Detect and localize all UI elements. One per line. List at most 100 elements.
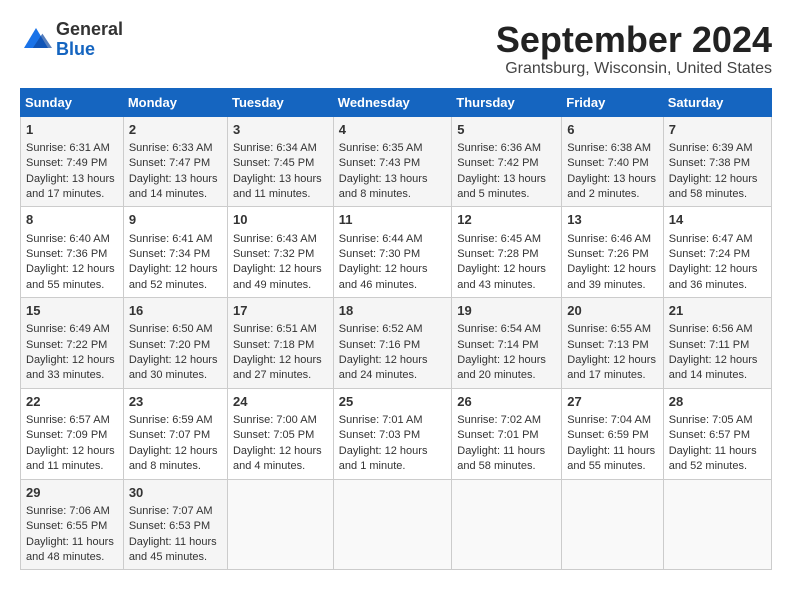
daylight: Daylight: 11 hours and 52 minutes. [669,445,757,472]
sunset: Sunset: 7:18 PM [233,339,314,351]
table-row: 1 Sunrise: 6:31 AM Sunset: 7:49 PM Daylight… [21,116,124,207]
day-number: 6 [567,121,657,139]
daylight: Daylight: 12 hours and 17 minutes. [567,354,656,381]
day-number: 1 [26,121,118,139]
daylight: Daylight: 12 hours and 39 minutes. [567,263,656,290]
col-sunday: Sunday [21,88,124,116]
day-number: 23 [129,393,222,411]
daylight: Daylight: 12 hours and 43 minutes. [457,263,546,290]
day-number: 12 [457,211,556,229]
table-row [562,479,663,570]
day-number: 9 [129,211,222,229]
col-monday: Monday [123,88,227,116]
sunrise: Sunrise: 6:31 AM [26,142,110,154]
sunset: Sunset: 7:30 PM [339,248,420,260]
sunrise: Sunrise: 6:41 AM [129,233,213,245]
sunrise: Sunrise: 6:50 AM [129,323,213,335]
sunset: Sunset: 7:49 PM [26,157,107,169]
daylight: Daylight: 12 hours and 8 minutes. [129,445,218,472]
day-number: 28 [669,393,766,411]
daylight: Daylight: 12 hours and 33 minutes. [26,354,115,381]
day-number: 13 [567,211,657,229]
table-row: 15Sunrise: 6:49 AMSunset: 7:22 PMDayligh… [21,298,124,389]
table-row: 8Sunrise: 6:40 AMSunset: 7:36 PMDaylight… [21,207,124,298]
table-row [452,479,562,570]
day-number: 18 [339,302,446,320]
table-row: 21Sunrise: 6:56 AMSunset: 7:11 PMDayligh… [663,298,771,389]
sunset: Sunset: 7:42 PM [457,157,538,169]
daylight: Daylight: 11 hours and 45 minutes. [129,536,217,563]
sunset: Sunset: 7:16 PM [339,339,420,351]
table-row: 28 Sunrise: 7:05 AM Sunset: 6:57 PM Dayligh… [663,388,771,479]
day-number: 17 [233,302,328,320]
sunrise: Sunrise: 6:55 AM [567,323,651,335]
calendar-title: September 2024 [496,20,772,60]
sunset: Sunset: 7:13 PM [567,339,648,351]
daylight: Daylight: 13 hours and 5 minutes. [457,173,546,200]
sunrise: Sunrise: 7:05 AM [669,414,753,426]
daylight: Daylight: 12 hours and 20 minutes. [457,354,546,381]
daylight: Daylight: 12 hours and 30 minutes. [129,354,218,381]
calendar-subtitle: Grantsburg, Wisconsin, United States [496,60,772,78]
sunset: Sunset: 6:59 PM [567,429,648,441]
day-number: 29 [26,484,118,502]
logo-line2: Blue [56,40,123,60]
table-row: 19Sunrise: 6:54 AMSunset: 7:14 PMDayligh… [452,298,562,389]
sunrise: Sunrise: 7:00 AM [233,414,317,426]
sunrise: Sunrise: 6:59 AM [129,414,213,426]
day-number: 10 [233,211,328,229]
calendar-header: Sunday Monday Tuesday Wednesday Thursday… [21,88,772,116]
sunrise: Sunrise: 6:39 AM [669,142,753,154]
daylight: Daylight: 13 hours and 17 minutes. [26,173,115,200]
day-number: 24 [233,393,328,411]
day-number: 7 [669,121,766,139]
sunrise: Sunrise: 6:51 AM [233,323,317,335]
daylight: Daylight: 11 hours and 48 minutes. [26,536,114,563]
table-row: 25Sunrise: 7:01 AMSunset: 7:03 PMDayligh… [333,388,451,479]
table-row: 16Sunrise: 6:50 AMSunset: 7:20 PMDayligh… [123,298,227,389]
logo: General Blue [20,20,123,60]
table-row: 7Sunrise: 6:39 AMSunset: 7:38 PMDaylight… [663,116,771,207]
table-row [333,479,451,570]
calendar-table: Sunday Monday Tuesday Wednesday Thursday… [20,88,772,571]
col-wednesday: Wednesday [333,88,451,116]
title-block: September 2024 Grantsburg, Wisconsin, Un… [496,20,772,78]
sunset: Sunset: 7:24 PM [669,248,750,260]
sunset: Sunset: 7:40 PM [567,157,648,169]
day-number: 27 [567,393,657,411]
table-row: 23Sunrise: 6:59 AMSunset: 7:07 PMDayligh… [123,388,227,479]
table-row: 12Sunrise: 6:45 AMSunset: 7:28 PMDayligh… [452,207,562,298]
day-number: 14 [669,211,766,229]
col-thursday: Thursday [452,88,562,116]
sunset: Sunset: 6:53 PM [129,520,210,532]
sunrise: Sunrise: 6:45 AM [457,233,541,245]
sunset: Sunset: 7:14 PM [457,339,538,351]
table-row: 13Sunrise: 6:46 AMSunset: 7:26 PMDayligh… [562,207,663,298]
sunrise: Sunrise: 7:06 AM [26,505,110,517]
table-row: 30Sunrise: 7:07 AMSunset: 6:53 PMDayligh… [123,479,227,570]
sunrise: Sunrise: 7:01 AM [339,414,423,426]
table-row: 11Sunrise: 6:44 AMSunset: 7:30 PMDayligh… [333,207,451,298]
sunset: Sunset: 6:57 PM [669,429,750,441]
sunrise: Sunrise: 6:52 AM [339,323,423,335]
day-number: 2 [129,121,222,139]
col-saturday: Saturday [663,88,771,116]
daylight: Daylight: 12 hours and 24 minutes. [339,354,428,381]
day-number: 19 [457,302,556,320]
sunrise: Sunrise: 6:47 AM [669,233,753,245]
day-number: 3 [233,121,328,139]
sunrise: Sunrise: 6:40 AM [26,233,110,245]
daylight: Daylight: 12 hours and 4 minutes. [233,445,322,472]
sunset: Sunset: 7:36 PM [26,248,107,260]
daylight: Daylight: 13 hours and 14 minutes. [129,173,218,200]
table-row: 5Sunrise: 6:36 AMSunset: 7:42 PMDaylight… [452,116,562,207]
sunrise: Sunrise: 6:43 AM [233,233,317,245]
sunset: Sunset: 7:34 PM [129,248,210,260]
sunrise: Sunrise: 7:04 AM [567,414,651,426]
sunrise: Sunrise: 6:33 AM [129,142,213,154]
table-row: 10Sunrise: 6:43 AMSunset: 7:32 PMDayligh… [227,207,333,298]
table-row [663,479,771,570]
table-row: 9Sunrise: 6:41 AMSunset: 7:34 PMDaylight… [123,207,227,298]
day-number: 11 [339,211,446,229]
sunrise: Sunrise: 7:02 AM [457,414,541,426]
